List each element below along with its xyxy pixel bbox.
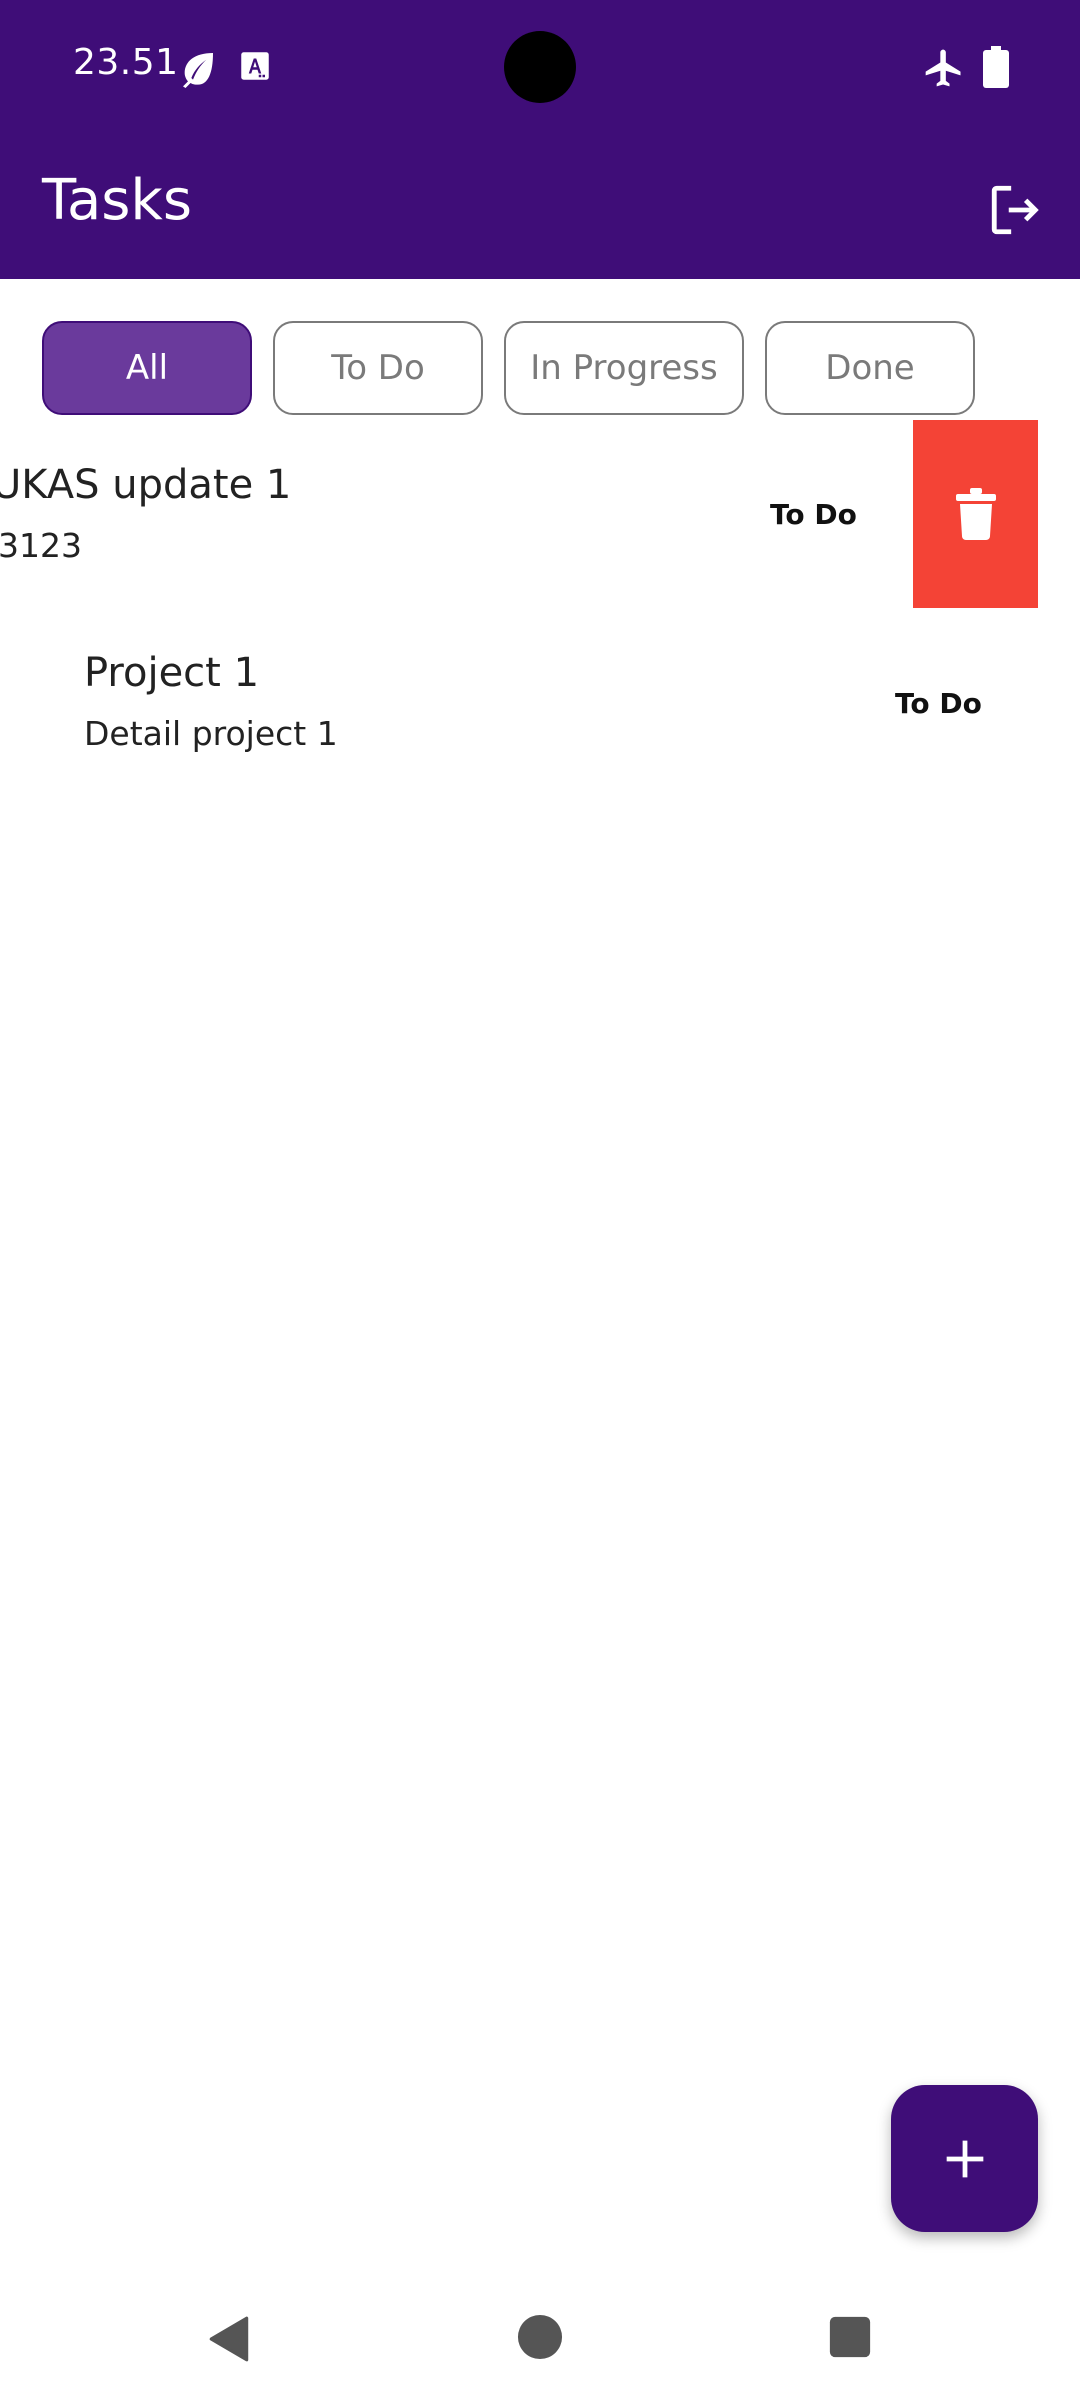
task-title: UKAS update 1	[0, 462, 292, 508]
camera-cutout	[504, 31, 576, 103]
logout-button[interactable]	[980, 174, 1052, 246]
status-bar: 23.51	[0, 0, 1080, 140]
filter-chip-done[interactable]: Done	[765, 321, 975, 415]
add-task-button[interactable]	[891, 2085, 1038, 2232]
airplane-icon	[922, 46, 966, 94]
filter-chip-in-progress[interactable]: In Progress	[504, 321, 744, 415]
task-status: To Do	[770, 498, 857, 531]
task-status: To Do	[895, 687, 982, 720]
task-detail: 3123	[0, 526, 82, 565]
trash-icon	[955, 488, 996, 540]
delete-task-button[interactable]	[913, 420, 1038, 608]
home-icon[interactable]	[517, 2314, 563, 2364]
filter-chip-all[interactable]: All	[42, 321, 252, 415]
filter-chip-to-do[interactable]: To Do	[273, 321, 483, 415]
app-bar: Tasks	[0, 140, 1080, 279]
page-title: Tasks	[42, 168, 193, 233]
task-list-item[interactable]: Project 1 Detail project 1 To Do	[0, 609, 1080, 797]
task-list-item[interactable]: UKAS update 1 3123 To Do	[0, 420, 1080, 608]
font-icon	[240, 51, 270, 85]
plus-icon	[946, 2140, 983, 2177]
recents-icon[interactable]	[829, 2316, 871, 2362]
screen: 23.51 Tasks All To Do In Progress Done U…	[0, 0, 1080, 2400]
status-time: 23.51	[73, 42, 179, 83]
leaf-icon	[178, 48, 218, 92]
task-title: Project 1	[84, 650, 260, 696]
task-detail: Detail project 1	[84, 714, 338, 753]
logout-icon	[991, 185, 1039, 235]
battery-icon	[983, 46, 1009, 92]
filter-chips: All To Do In Progress Done	[0, 321, 1080, 419]
back-icon[interactable]	[205, 2314, 255, 2368]
navigation-bar	[0, 2280, 1080, 2400]
